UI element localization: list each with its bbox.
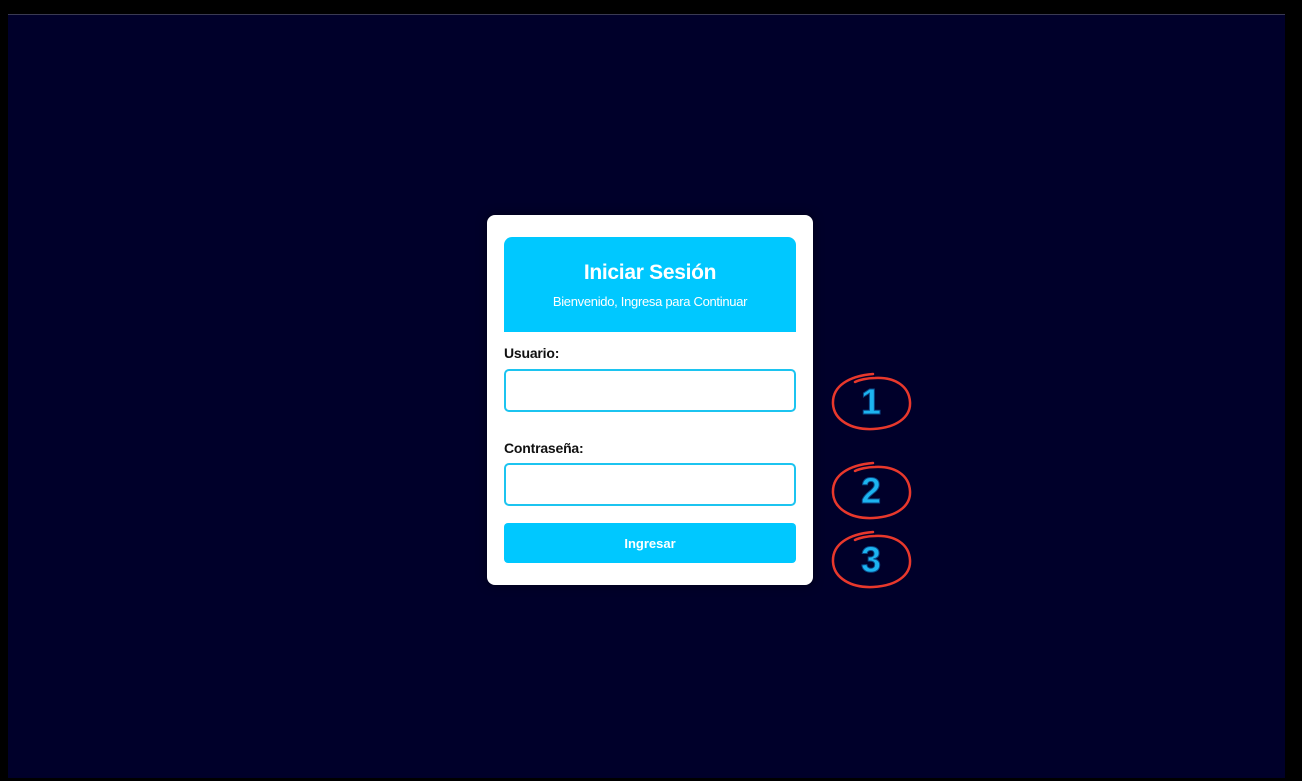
login-header: Iniciar Sesión Bienvenido, Ingresa para …	[504, 237, 796, 332]
annotation-marker-3: 3	[829, 530, 913, 590]
username-label: Usuario:	[504, 345, 560, 361]
annotation-number-1: 1	[860, 381, 882, 423]
password-input[interactable]	[504, 463, 796, 506]
annotation-marker-1: 1	[829, 372, 913, 432]
login-subtitle: Bienvenido, Ingresa para Continuar	[552, 294, 748, 309]
annotation-marker-2: 2	[829, 461, 913, 521]
annotation-number-3: 3	[860, 539, 882, 581]
login-card: Iniciar Sesión Bienvenido, Ingresa para …	[487, 215, 813, 585]
screenshot-frame: Iniciar Sesión Bienvenido, Ingresa para …	[0, 0, 1302, 781]
username-input[interactable]	[504, 369, 796, 412]
login-button[interactable]: Ingresar	[504, 523, 796, 563]
annotation-number-2: 2	[860, 470, 882, 512]
page-background: Iniciar Sesión Bienvenido, Ingresa para …	[8, 14, 1285, 778]
password-label: Contraseña:	[504, 440, 584, 456]
login-title: Iniciar Sesión	[583, 261, 717, 284]
